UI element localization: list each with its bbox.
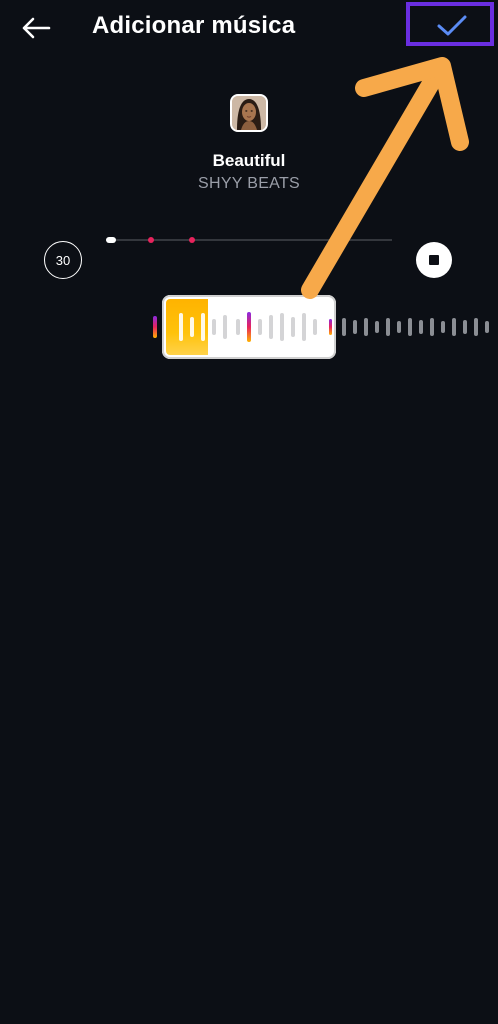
album-cover <box>230 94 268 132</box>
page-title: Adicionar música <box>92 12 296 39</box>
clip-selector[interactable] <box>162 295 336 359</box>
selector-waveform <box>179 312 332 342</box>
stop-icon <box>429 255 439 265</box>
add-music-screen: Adicionar música Beautiful SHYY BEATS 30 <box>0 0 498 1024</box>
track-artist: SHYY BEATS <box>198 175 300 192</box>
progress-knob[interactable] <box>106 237 116 243</box>
timeline-marker <box>148 237 154 243</box>
back-button[interactable] <box>16 10 56 46</box>
confirm-button[interactable] <box>430 8 474 44</box>
duration-button[interactable]: 30 <box>44 241 82 279</box>
back-arrow-icon <box>22 17 51 39</box>
timeline-marker <box>189 237 195 243</box>
track-title: Beautiful <box>212 151 286 170</box>
album-cover-image <box>232 96 266 130</box>
check-icon <box>437 15 467 36</box>
stop-button[interactable] <box>416 242 452 278</box>
